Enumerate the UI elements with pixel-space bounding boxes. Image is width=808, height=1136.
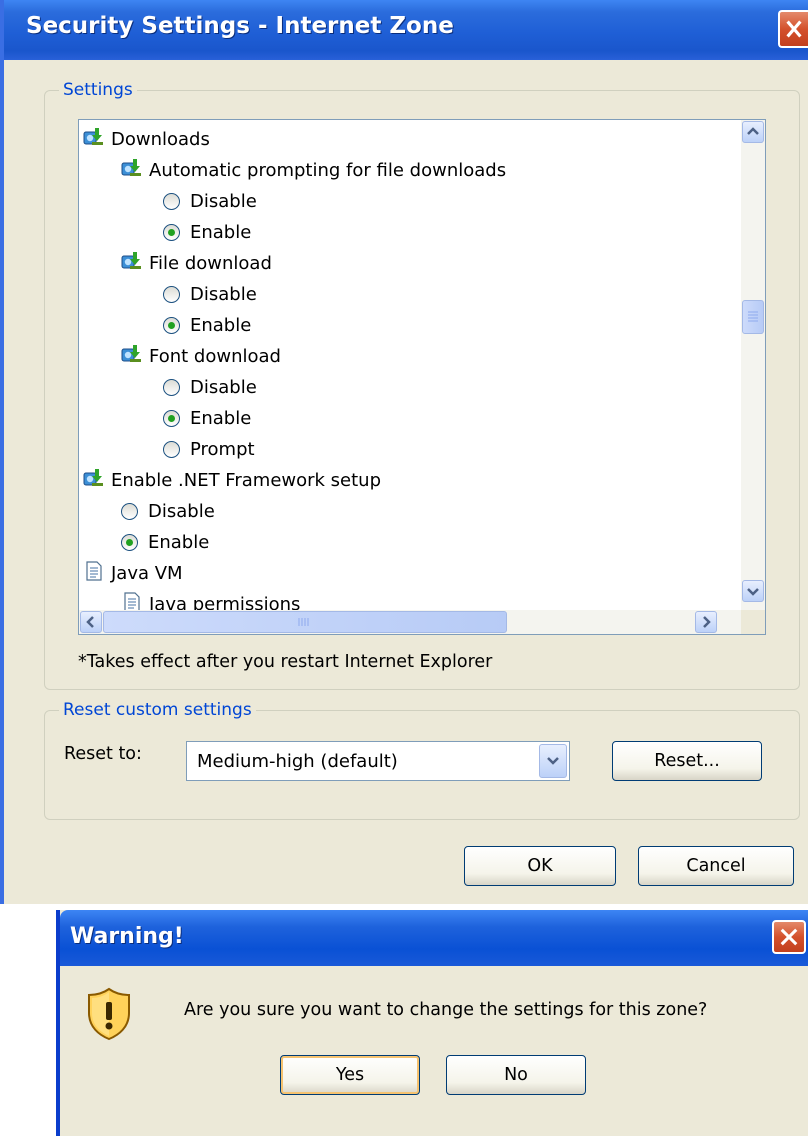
dropdown-button[interactable] [539, 744, 567, 778]
network-download-icon [121, 250, 149, 277]
warning-title: Warning! [70, 924, 184, 949]
network-download-icon [83, 467, 111, 494]
tree-option-radio[interactable]: Disable [163, 372, 257, 402]
chevron-down-icon [747, 588, 759, 596]
radio-button[interactable] [163, 409, 180, 427]
restart-note: *Takes effect after you restart Internet… [78, 652, 493, 672]
document-icon [83, 560, 111, 587]
chevron-up-icon [747, 127, 759, 135]
window-title: Security Settings - Internet Zone [26, 13, 454, 39]
tree-item-label: Disable [190, 190, 257, 212]
tree-category[interactable]: Downloads [83, 124, 210, 154]
chevron-down-icon [547, 757, 559, 765]
tree-item-label: Font download [149, 345, 281, 367]
tree-setting[interactable]: Font download [121, 341, 281, 371]
grip-icon [298, 618, 309, 626]
no-button[interactable]: No [446, 1055, 586, 1095]
tree-option-radio[interactable]: Enable [163, 310, 251, 340]
settings-group-label: Settings [63, 80, 133, 100]
title-bar[interactable]: Security Settings - Internet Zone [4, 0, 808, 60]
horizontal-scroll-thumb[interactable] [103, 611, 507, 633]
chevron-left-icon [86, 616, 94, 628]
warning-dialog: Warning! Are you sure you want to change… [56, 910, 808, 1136]
tree-item-label: Enable [190, 314, 252, 336]
scroll-down-button[interactable] [742, 580, 764, 602]
reset-to-label: Reset to: [64, 744, 142, 764]
chevron-right-icon [703, 616, 711, 628]
reset-level-value: Medium-high (default) [197, 751, 398, 772]
horizontal-scrollbar[interactable] [79, 610, 741, 634]
scroll-left-button[interactable] [80, 611, 102, 633]
vertical-scrollbar[interactable] [741, 120, 765, 610]
radio-button[interactable] [163, 440, 180, 458]
radio-button[interactable] [163, 285, 180, 303]
tree-category[interactable]: Enable .NET Framework setup [83, 465, 381, 495]
security-shield-icon [88, 987, 130, 1041]
yes-button[interactable]: Yes [280, 1055, 420, 1095]
reset-button[interactable]: Reset... [612, 741, 762, 781]
tree-item-label: Enable [148, 531, 210, 553]
grip-icon [748, 311, 758, 322]
tree-item-label: Disable [148, 500, 215, 522]
reset-group-label: Reset custom settings [63, 700, 252, 720]
tree-item-label: Automatic prompting for file downloads [149, 159, 507, 181]
tree-option-radio[interactable]: Disable [163, 186, 257, 216]
radio-button[interactable] [163, 223, 180, 241]
tree-option-radio[interactable]: Prompt [163, 434, 255, 464]
tree-item-label: Downloads [111, 128, 210, 150]
tree-option-radio[interactable]: Enable [163, 403, 251, 433]
tree-item-label: Disable [190, 283, 257, 305]
tree-setting[interactable]: Automatic prompting for file downloads [121, 155, 506, 185]
ok-button[interactable]: OK [464, 846, 616, 886]
warning-message: Are you sure you want to change the sett… [184, 1000, 708, 1020]
radio-button[interactable] [121, 533, 138, 551]
scroll-up-button[interactable] [742, 121, 764, 143]
tree-item-label: Java VM [111, 562, 183, 584]
radio-button[interactable] [163, 316, 180, 334]
warning-title-bar[interactable]: Warning! [60, 910, 808, 966]
tree-item-label: Enable [190, 221, 252, 243]
network-download-icon [121, 157, 149, 184]
network-download-icon [121, 343, 149, 370]
tree-category[interactable]: Java VM [83, 558, 183, 588]
tree-item-label: File download [149, 252, 272, 274]
tree-item-label: Disable [190, 376, 257, 398]
tree-option-radio[interactable]: Disable [163, 279, 257, 309]
cancel-button[interactable]: Cancel [638, 846, 794, 886]
reset-level-dropdown[interactable]: Medium-high (default) [186, 741, 570, 781]
tree-option-radio[interactable]: Enable [121, 527, 209, 557]
scrollbar-corner [741, 610, 765, 634]
radio-button[interactable] [163, 378, 180, 396]
security-settings-dialog: Security Settings - Internet Zone Settin… [0, 0, 808, 904]
tree-item-label: Enable [190, 407, 252, 429]
settings-tree[interactable]: Downloads Automatic prompting for file do… [78, 119, 766, 635]
radio-button[interactable] [121, 502, 138, 520]
tree-item-label: Enable .NET Framework setup [111, 469, 382, 491]
tree-item-label: Prompt [190, 438, 255, 460]
close-icon[interactable] [772, 920, 806, 954]
scroll-right-button[interactable] [695, 611, 717, 633]
tree-option-radio[interactable]: Enable [163, 217, 251, 247]
network-download-icon [83, 126, 111, 153]
tree-option-radio[interactable]: Disable [121, 496, 215, 526]
tree-setting[interactable]: File download [121, 248, 272, 278]
radio-button[interactable] [163, 192, 180, 210]
close-icon[interactable] [778, 10, 808, 48]
vertical-scroll-thumb[interactable] [742, 300, 764, 334]
